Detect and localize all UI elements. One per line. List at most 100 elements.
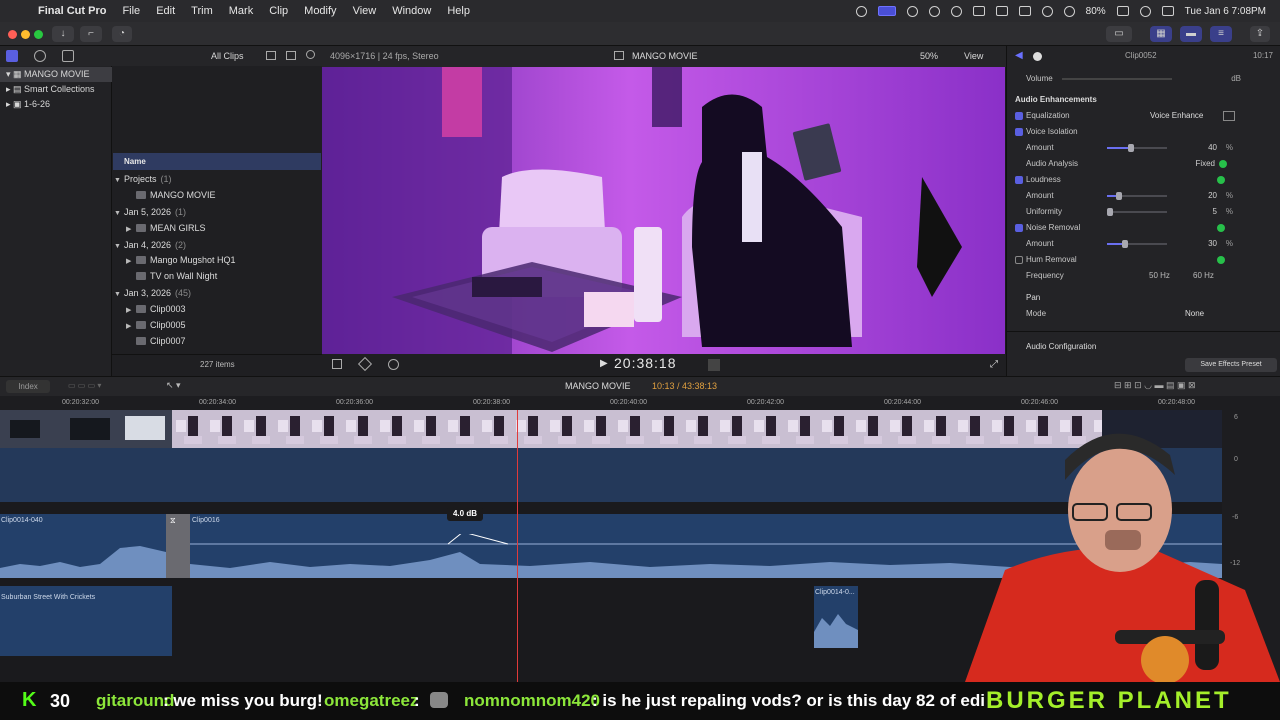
play-button[interactable]: ▶ bbox=[600, 358, 608, 369]
menu-help[interactable]: Help bbox=[439, 5, 478, 17]
close-window-button[interactable] bbox=[8, 30, 17, 39]
freq-60-radio[interactable]: 60 Hz bbox=[1193, 268, 1214, 284]
equalization-dropdown[interactable]: Voice Enhance bbox=[1150, 108, 1203, 124]
select-tool-icon[interactable]: ↖ ▾ bbox=[166, 380, 181, 391]
timecode-display[interactable]: 20:38:18 bbox=[614, 355, 677, 371]
speed-icon[interactable] bbox=[388, 359, 399, 370]
minimize-window-button[interactable] bbox=[21, 30, 30, 39]
amount-value[interactable]: 40 bbox=[1208, 140, 1217, 156]
enhance-wand-icon[interactable] bbox=[357, 356, 373, 372]
transition-handle[interactable]: ⧖ bbox=[166, 514, 190, 578]
audio-enhancements-header[interactable]: Audio Enhancements bbox=[1007, 92, 1280, 108]
libraries-icon[interactable] bbox=[6, 50, 18, 62]
screen-share-icon[interactable] bbox=[877, 6, 896, 16]
noise-removal-slider[interactable] bbox=[1107, 240, 1167, 248]
menu-clip[interactable]: Clip bbox=[261, 5, 296, 17]
menu-window[interactable]: Window bbox=[384, 5, 439, 17]
uniformity-value[interactable]: 5 bbox=[1213, 204, 1217, 220]
browser-item[interactable]: MANGO MOVIE bbox=[114, 187, 321, 203]
video-clip-a[interactable] bbox=[0, 410, 172, 448]
loudness-checkbox[interactable] bbox=[1015, 176, 1023, 184]
amount-value[interactable]: 30 bbox=[1208, 236, 1217, 252]
globe-icon[interactable] bbox=[928, 5, 940, 17]
bluetooth-icon[interactable] bbox=[1041, 5, 1053, 17]
browser-item[interactable]: ▶ MEAN GIRLS bbox=[114, 220, 321, 236]
share-button[interactable]: ⇪ bbox=[1250, 26, 1270, 42]
library-event-1-6-26[interactable]: ▸ ▣ 1-6-26 bbox=[0, 97, 112, 112]
filmstrip-view-icon[interactable] bbox=[266, 51, 276, 60]
layout-browser-button[interactable]: ▦ bbox=[1150, 26, 1172, 42]
voice-isolation-checkbox[interactable] bbox=[1015, 128, 1023, 136]
browser-item[interactable]: TV on Wall Night bbox=[114, 268, 321, 284]
edit-tools-group[interactable]: ▭ ▭ ▭ ▾ bbox=[68, 381, 148, 391]
volume-icon[interactable] bbox=[972, 6, 985, 16]
list-view-icon[interactable] bbox=[286, 51, 296, 60]
menu-file[interactable]: File bbox=[114, 5, 148, 17]
column-header-name[interactable]: Name bbox=[113, 153, 321, 170]
timeline-tools-right[interactable]: ⊟ ⊞ ⊡ ◡ ▬ ▤ ▣ ⊠ bbox=[1114, 380, 1196, 391]
keyboard-icon[interactable] bbox=[995, 6, 1008, 16]
search-icon[interactable] bbox=[1139, 5, 1151, 17]
library-smart-collections[interactable]: ▸ ▤ Smart Collections bbox=[0, 82, 112, 97]
pan-header[interactable]: Pan bbox=[1007, 290, 1280, 306]
zoom-dropdown[interactable]: 50% bbox=[920, 51, 938, 61]
layout-inspector-button[interactable]: ≡ bbox=[1210, 26, 1232, 42]
status-icon[interactable] bbox=[855, 5, 867, 17]
browser-group-jan3[interactable]: ▼ Jan 3, 2026 (45) bbox=[114, 285, 321, 301]
import-button[interactable]: ↓ bbox=[52, 26, 74, 42]
sfx-clip[interactable]: Suburban Street With Crickets bbox=[0, 586, 172, 656]
transform-icon[interactable] bbox=[332, 359, 342, 369]
menu-edit[interactable]: Edit bbox=[148, 5, 183, 17]
menu-app-name[interactable]: Final Cut Pro bbox=[30, 5, 114, 17]
equalization-checkbox[interactable] bbox=[1015, 112, 1023, 120]
wifi-icon[interactable] bbox=[1063, 5, 1075, 17]
info-icon[interactable] bbox=[1033, 52, 1042, 61]
share-windows-button[interactable]: ▭ bbox=[1106, 26, 1132, 42]
background-tasks-button[interactable]: ◔ bbox=[112, 26, 132, 42]
audio-clip-a[interactable]: Clip0014-040 bbox=[0, 514, 166, 578]
loudness-amount-slider[interactable] bbox=[1107, 192, 1167, 200]
browser-group-jan4[interactable]: ▼ Jan 4, 2026 (2) bbox=[114, 237, 321, 253]
menu-view[interactable]: View bbox=[345, 5, 385, 17]
uniformity-slider[interactable] bbox=[1107, 208, 1167, 216]
battery-icon[interactable] bbox=[1116, 6, 1129, 16]
menubar-clock[interactable]: Tue Jan 6 7:08PM bbox=[1185, 6, 1266, 17]
audio-clip-c[interactable]: Clip0014-0... bbox=[814, 586, 858, 648]
keywords-button[interactable]: ⌐ bbox=[80, 26, 102, 42]
control-center-icon[interactable] bbox=[1161, 6, 1174, 16]
view-dropdown[interactable]: View bbox=[964, 51, 983, 61]
browser-item[interactable]: Clip0007 bbox=[114, 333, 321, 349]
browser-item[interactable]: ▶ Clip0003 bbox=[114, 301, 321, 317]
clip-filter-dropdown[interactable]: All Clips bbox=[211, 51, 244, 61]
speaker-icon[interactable]: ◀ bbox=[1015, 48, 1023, 64]
search-icon[interactable] bbox=[306, 50, 315, 59]
display-icon[interactable] bbox=[1018, 6, 1031, 16]
layout-timeline-button[interactable]: ▬ bbox=[1180, 26, 1202, 42]
hum-removal-checkbox[interactable] bbox=[1015, 256, 1023, 264]
eq-graph-icon[interactable] bbox=[1223, 111, 1235, 121]
video-viewer[interactable] bbox=[322, 67, 1005, 354]
menu-trim[interactable]: Trim bbox=[183, 5, 221, 17]
browser-group-jan5[interactable]: ▼ Jan 5, 2026 (1) bbox=[114, 204, 321, 220]
index-button[interactable]: Index bbox=[6, 380, 50, 393]
browser-item[interactable]: ▶ Clip0005 bbox=[114, 317, 321, 333]
save-effects-preset-button[interactable]: Save Effects Preset bbox=[1185, 358, 1277, 372]
library-item[interactable]: ▾ ▦ MANGO MOVIE bbox=[0, 67, 112, 82]
video-clip-b[interactable] bbox=[172, 410, 1102, 448]
photos-icon[interactable] bbox=[34, 50, 46, 62]
audio-configuration-header[interactable]: Audio Configuration bbox=[1007, 339, 1280, 355]
timeline-project-name[interactable]: MANGO MOVIE bbox=[565, 381, 631, 391]
titles-icon[interactable] bbox=[62, 50, 74, 62]
browser-item[interactable]: ▶ Mango Mugshot HQ1 bbox=[114, 252, 321, 268]
browser-group-projects[interactable]: ▼ Projects (1) bbox=[114, 171, 321, 187]
fullscreen-icon[interactable]: ⤢ bbox=[990, 359, 998, 370]
freq-50-radio[interactable]: 50 Hz bbox=[1149, 268, 1170, 284]
zoom-window-button[interactable] bbox=[34, 30, 43, 39]
clock-icon[interactable] bbox=[906, 5, 918, 17]
volume-slider[interactable] bbox=[1062, 78, 1172, 80]
play-icon[interactable] bbox=[950, 5, 962, 17]
voice-isolation-slider[interactable] bbox=[1107, 144, 1167, 152]
noise-removal-checkbox[interactable] bbox=[1015, 224, 1023, 232]
pan-mode-dropdown[interactable]: None bbox=[1185, 306, 1204, 322]
playhead[interactable] bbox=[517, 410, 518, 682]
